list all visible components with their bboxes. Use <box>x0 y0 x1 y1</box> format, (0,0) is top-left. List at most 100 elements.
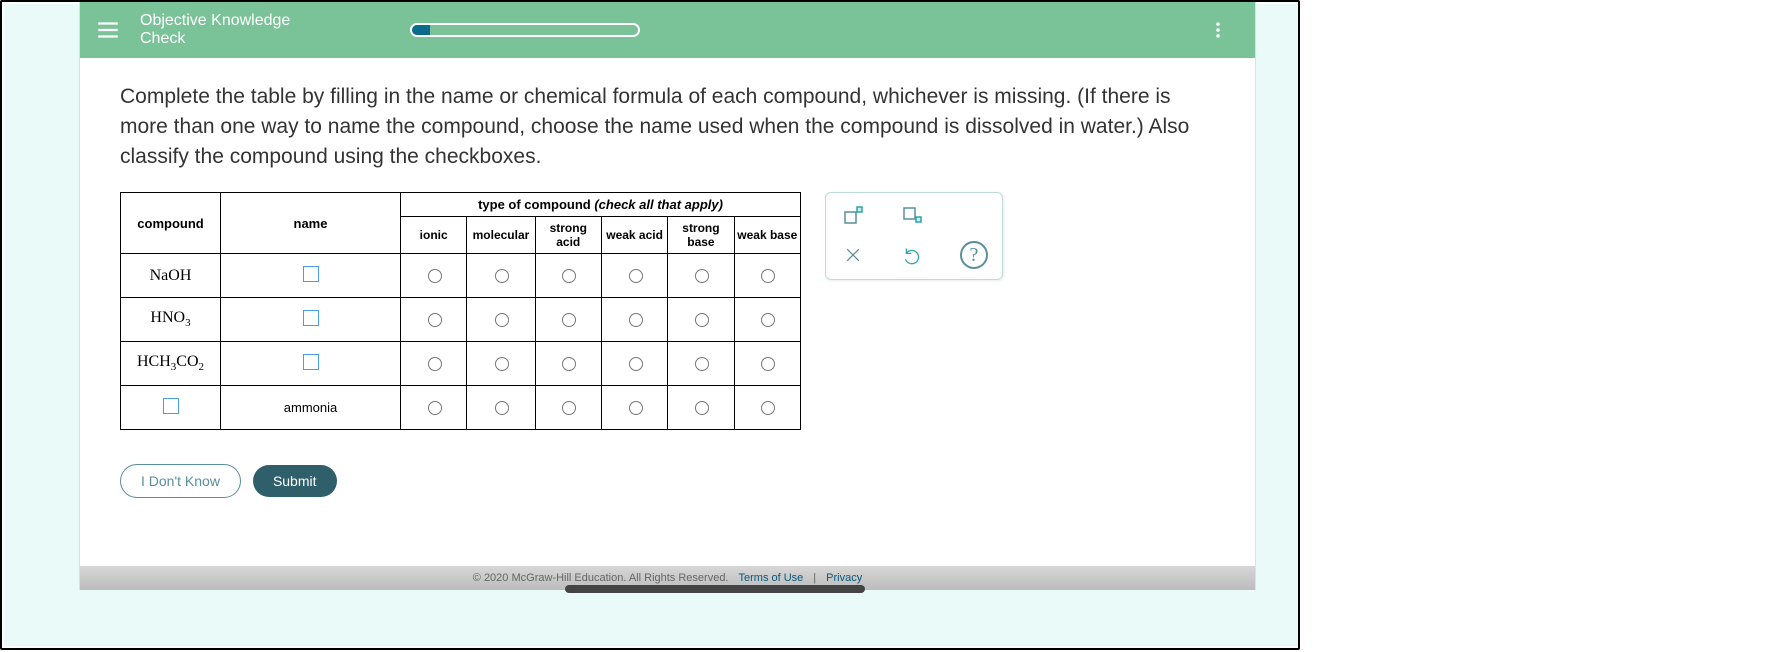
type-radio[interactable] <box>695 357 709 371</box>
type-cell <box>467 342 535 386</box>
type-radio[interactable] <box>761 313 775 327</box>
th-compound: compound <box>121 193 221 254</box>
table-row: HCH3CO2 <box>121 342 801 386</box>
type-cell <box>535 298 601 342</box>
type-cell <box>668 254 734 298</box>
type-radio[interactable] <box>428 269 442 283</box>
tool-clear[interactable] <box>840 242 866 268</box>
type-radio[interactable] <box>495 313 509 327</box>
name-input[interactable] <box>303 266 319 282</box>
type-cell <box>401 386 467 430</box>
type-radio[interactable] <box>562 313 576 327</box>
app-card: Objective Knowledge Check Complete the t… <box>80 2 1255 590</box>
th-type: type of compound (check all that apply) <box>401 193 801 217</box>
th-weak-acid: weak acid <box>601 217 667 254</box>
compound-formula: HCH3CO2 <box>137 353 204 370</box>
progress-wrap <box>410 23 640 37</box>
th-strong-acid: strong acid <box>535 217 601 254</box>
type-cell <box>401 298 467 342</box>
type-cell <box>601 298 667 342</box>
type-radio[interactable] <box>629 269 643 283</box>
compound-formula: NaOH <box>150 267 192 284</box>
tool-undo[interactable] <box>900 242 926 268</box>
progress-fill <box>412 25 430 35</box>
name-cell[interactable] <box>221 298 401 342</box>
footer-terms-link[interactable]: Terms of Use <box>739 572 804 584</box>
more-button[interactable] <box>1205 17 1231 43</box>
type-radio[interactable] <box>629 401 643 415</box>
name-cell[interactable] <box>221 342 401 386</box>
name-cell: ammonia <box>221 386 401 430</box>
name-input[interactable] <box>303 354 319 370</box>
more-vertical-icon <box>1208 20 1228 40</box>
compound-table: compound name type of compound (check al… <box>120 192 801 430</box>
compound-cell: NaOH <box>121 254 221 298</box>
compound-cell[interactable] <box>121 386 221 430</box>
type-cell <box>734 298 800 342</box>
type-radio[interactable] <box>428 357 442 371</box>
type-radio[interactable] <box>495 357 509 371</box>
undo-icon <box>903 245 923 265</box>
compound-cell: HNO3 <box>121 298 221 342</box>
type-cell <box>401 254 467 298</box>
formula-input[interactable] <box>163 398 179 414</box>
type-cell <box>668 386 734 430</box>
table-body: NaOH HNO3 HCH3CO2 ammonia <box>121 254 801 430</box>
th-name: name <box>221 193 401 254</box>
type-cell <box>401 342 467 386</box>
th-strong-base: strong base <box>668 217 734 254</box>
toolbox: ? <box>825 192 1003 280</box>
th-ionic: ionic <box>401 217 467 254</box>
type-cell <box>734 386 800 430</box>
type-radio[interactable] <box>629 357 643 371</box>
type-radio[interactable] <box>562 357 576 371</box>
type-cell <box>734 254 800 298</box>
header-titles: Objective Knowledge Check <box>140 12 290 48</box>
type-radio[interactable] <box>428 313 442 327</box>
type-radio[interactable] <box>495 269 509 283</box>
th-weak-base: weak base <box>734 217 800 254</box>
type-radio[interactable] <box>695 269 709 283</box>
type-radio[interactable] <box>629 313 643 327</box>
type-radio[interactable] <box>562 401 576 415</box>
type-cell <box>535 386 601 430</box>
type-cell <box>668 298 734 342</box>
th-type-prefix: type of compound <box>478 197 594 212</box>
type-cell <box>467 254 535 298</box>
content-area: Complete the table by filling in the nam… <box>80 58 1255 498</box>
tool-subscript[interactable] <box>900 203 926 229</box>
compound-formula: HNO3 <box>150 309 190 326</box>
footer-copyright: © 2020 McGraw-Hill Education. All Rights… <box>473 572 729 584</box>
idk-button[interactable]: I Don't Know <box>120 464 241 498</box>
type-radio[interactable] <box>761 401 775 415</box>
footer-privacy-link[interactable]: Privacy <box>826 572 862 584</box>
name-input[interactable] <box>303 310 319 326</box>
horizontal-scrollbar-thumb[interactable] <box>565 585 865 593</box>
header-title-line2: Check <box>140 30 290 48</box>
type-radio[interactable] <box>761 269 775 283</box>
type-cell <box>535 254 601 298</box>
close-icon <box>843 245 863 265</box>
type-cell <box>668 342 734 386</box>
th-type-italic: (check all that apply) <box>594 197 723 212</box>
tool-help[interactable]: ? <box>960 241 988 269</box>
type-cell <box>601 342 667 386</box>
menu-button[interactable] <box>80 2 136 58</box>
tool-superscript[interactable] <box>840 203 866 229</box>
type-cell <box>601 254 667 298</box>
type-radio[interactable] <box>495 401 509 415</box>
type-cell <box>535 342 601 386</box>
app-frame: Objective Knowledge Check Complete the t… <box>0 0 1300 650</box>
submit-button[interactable]: Submit <box>253 465 337 497</box>
name-cell[interactable] <box>221 254 401 298</box>
type-radio[interactable] <box>562 269 576 283</box>
table-row: HNO3 <box>121 298 801 342</box>
type-radio[interactable] <box>428 401 442 415</box>
type-cell <box>734 342 800 386</box>
type-radio[interactable] <box>695 313 709 327</box>
type-radio[interactable] <box>695 401 709 415</box>
type-radio[interactable] <box>761 357 775 371</box>
worksheet-row: compound name type of compound (check al… <box>120 192 1215 430</box>
action-row: I Don't Know Submit <box>120 464 1215 498</box>
hamburger-icon <box>95 17 121 43</box>
